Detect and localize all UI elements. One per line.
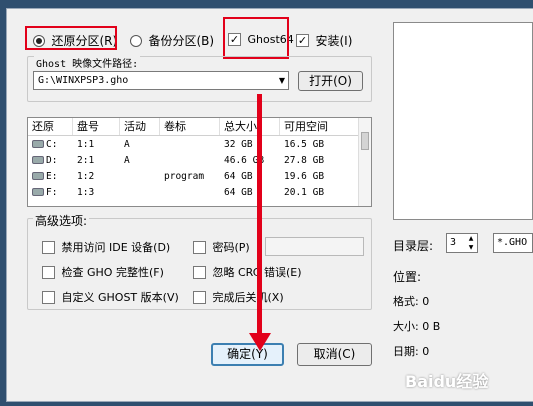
date-label: 日期: 0 [393,345,430,358]
restore-highlight-box [25,26,117,50]
column-header[interactable]: 还原 [28,118,73,135]
annotation-arrow-head-icon [249,333,271,351]
disk-cell: 1:1 [77,138,95,150]
drive-icon [32,172,44,180]
chevron-down-icon[interactable]: ▼ [276,72,288,89]
image-path-value: G:\WINXPSP3.gho [38,75,129,86]
password-label: 密码(P) [212,241,250,254]
annotation-arrow-shaft [257,94,262,339]
cancel-button[interactable]: 取消(C) [297,343,372,366]
partition-table: 还原 盘号 活动 卷标 总大小 可用空间 C: 1:1 A 32 GB 16.5… [27,117,372,207]
total-cell: 64 GB [224,170,253,182]
format-label: 格式: 0 [393,295,430,308]
file-filter-select[interactable]: *.GHO [493,233,533,253]
drive-letter: C: [46,138,58,150]
scrollbar-thumb[interactable] [361,132,369,150]
password-box [193,240,206,254]
image-path-input[interactable]: G:\WINXPSP3.gho [33,71,289,90]
password-input[interactable] [265,237,364,256]
ban-ide-checkbox[interactable]: 禁用访问 IDE 设备(D) [42,239,170,255]
shutdown-box [193,290,206,304]
column-header[interactable]: 卷标 [160,118,220,135]
column-header[interactable]: 盘号 [73,118,120,135]
free-cell: 19.6 GB [284,170,325,182]
ignore-crc-checkbox[interactable]: 忽略 CRC 错误(E) [193,264,301,280]
column-header[interactable]: 总大小 [220,118,280,135]
free-cell: 20.1 GB [284,186,325,198]
dir-level-label: 目录层: [393,239,434,253]
custom-ghost-checkbox[interactable]: 自定义 GHOST 版本(V) [42,289,179,305]
check-gho-label: 检查 GHO 完整性(F) [61,266,164,279]
drive-letter: E: [46,170,58,182]
image-path-label: Ghost 映像文件路径: [34,55,141,70]
install-checkbox[interactable]: ✓ 安装(I) [296,32,352,49]
total-cell: 32 GB [224,138,253,150]
dir-level-value: 3 [450,237,457,248]
total-cell: 46.6 GB [224,154,265,166]
ghost64-highlight-box [223,17,289,59]
disk-cell: 1:2 [77,170,95,182]
ban-ide-box [42,240,55,254]
custom-ghost-box [42,290,55,304]
table-row[interactable]: C: 1:1 A 32 GB 16.5 GB [28,136,371,152]
total-cell: 64 GB [224,186,253,198]
check-gho-checkbox[interactable]: 检查 GHO 完整性(F) [42,264,164,280]
column-header[interactable]: 活动 [120,118,160,135]
table-header: 还原 盘号 活动 卷标 总大小 可用空间 [28,118,371,136]
shutdown-label: 完成后关机(X) [212,291,284,304]
free-cell: 16.5 GB [284,138,325,150]
table-row[interactable]: D: 2:1 A 46.6 GB 27.8 GB [28,152,371,168]
file-filter-value: *.GHO [497,237,528,248]
table-scrollbar[interactable] [358,118,371,206]
baidu-watermark: Baidu经验 [405,372,489,391]
label-cell: program [164,170,205,182]
shutdown-checkbox[interactable]: 完成后关机(X) [193,289,284,305]
active-cell: A [124,138,130,150]
drive-letter: F: [46,186,58,198]
disk-cell: 2:1 [77,154,95,166]
custom-ghost-label: 自定义 GHOST 版本(V) [61,291,179,304]
ok-button[interactable]: 确定(Y) [211,343,284,366]
drive-icon [32,140,44,148]
size-label: 大小: 0 B [393,320,441,333]
column-header[interactable]: 可用空间 [280,118,358,135]
ignore-crc-box [193,265,206,279]
backup-radio[interactable]: 备份分区(B) [130,32,214,49]
check-gho-box [42,265,55,279]
free-cell: 27.8 GB [284,154,325,166]
file-list-panel[interactable] [393,22,533,220]
install-label: 安装(I) [315,34,353,48]
active-cell: A [124,154,130,166]
drive-icon [32,188,44,196]
drive-icon [32,156,44,164]
drive-letter: D: [46,154,58,166]
spinner-arrows-icon[interactable]: ▲ ▼ [465,234,477,252]
open-button[interactable]: 打开(O) [298,71,363,91]
table-row[interactable]: E: 1:2 program 64 GB 19.6 GB [28,168,371,184]
password-checkbox[interactable]: 密码(P) [193,239,250,255]
table-row[interactable]: F: 1:3 64 GB 20.1 GB [28,184,371,200]
position-label: 位置: [393,270,422,284]
backup-radio-dot [130,34,142,47]
install-check-icon: ✓ [296,34,309,47]
backup-radio-label: 备份分区(B) [148,34,215,48]
advanced-options-title: 高级选项: [33,212,90,229]
ban-ide-label: 禁用访问 IDE 设备(D) [61,241,171,254]
disk-cell: 1:3 [77,186,95,198]
